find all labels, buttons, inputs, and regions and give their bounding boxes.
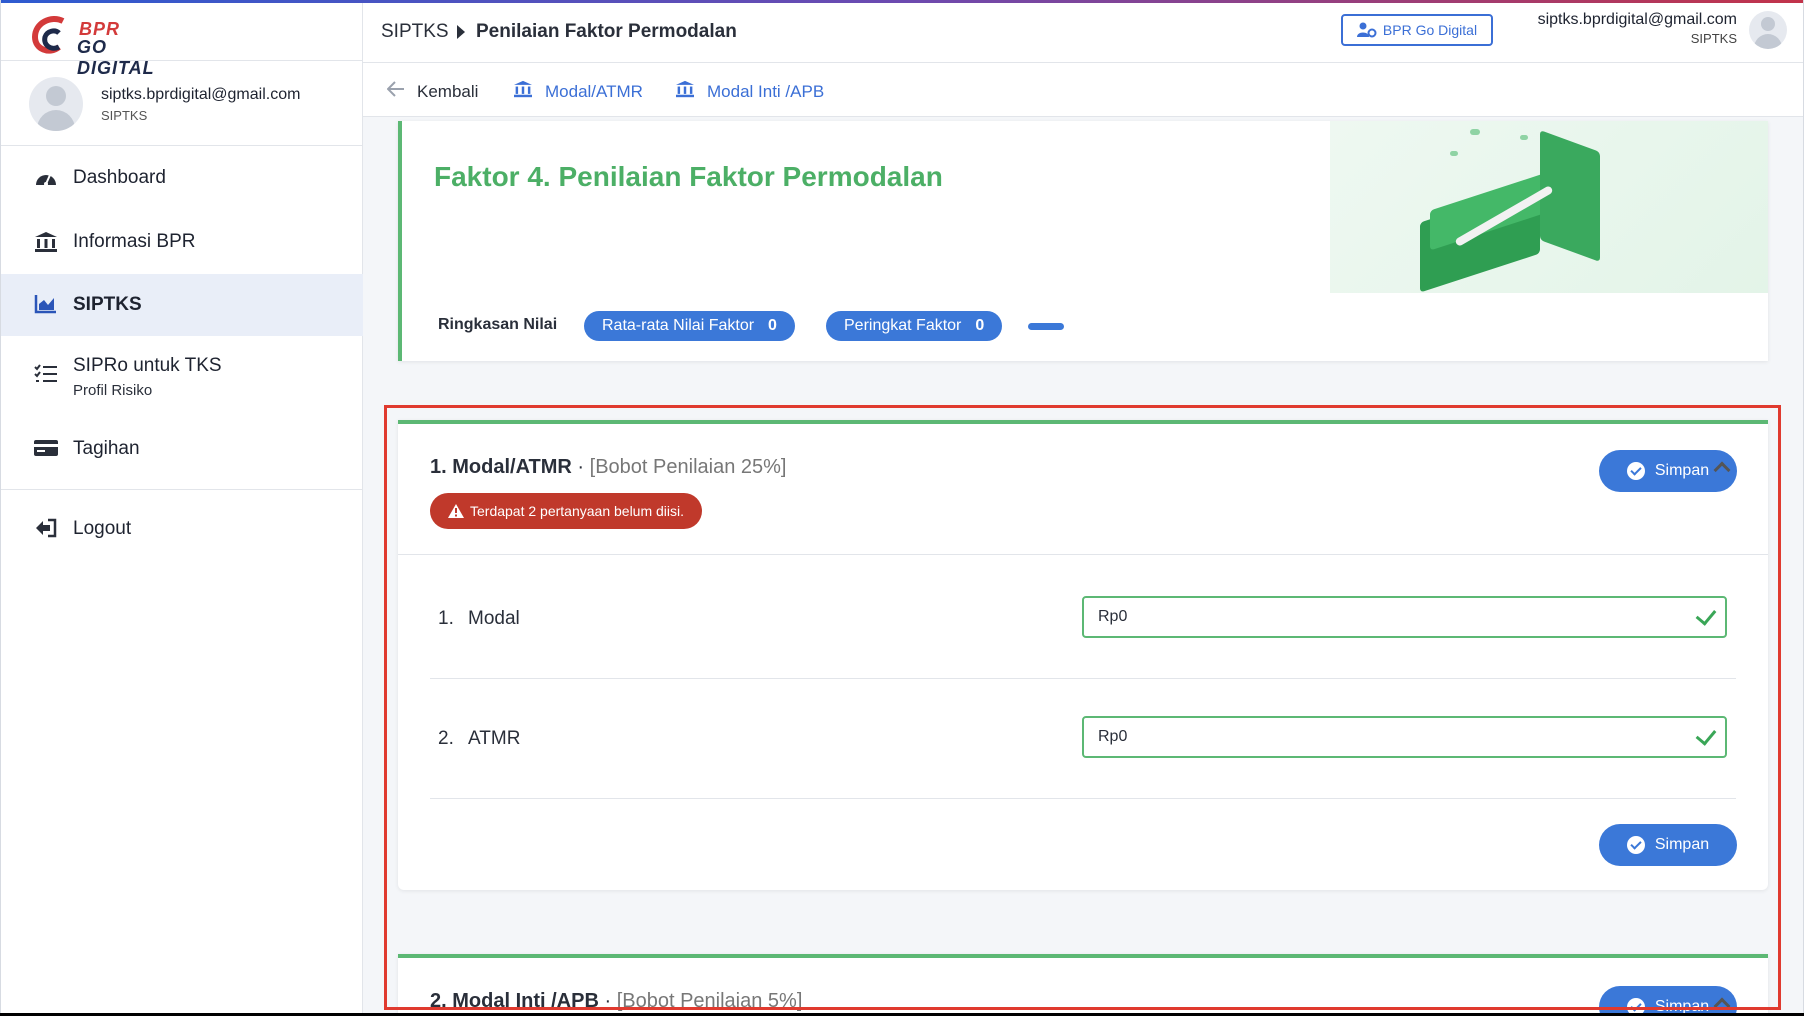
bpr-go-digital-button[interactable]: BPR Go Digital (1341, 14, 1493, 46)
sidebar-item-tagihan[interactable]: Tagihan (1, 418, 363, 480)
factor-summary-card: Faktor 4. Penilaian Faktor Permodalan Ri… (398, 121, 1768, 361)
sidebar-item-sipro[interactable]: SIPRo untuk TKS Profil Risiko (1, 338, 363, 410)
incomplete-warning-badge: Terdapat 2 pertanyaan belum diisi. (430, 493, 703, 529)
header-user-info[interactable]: siptks.bprdigital@gmail.com SIPTKS (1538, 11, 1737, 46)
header-user-role: SIPTKS (1690, 31, 1737, 46)
back-link[interactable]: Kembali (386, 80, 479, 103)
average-score-value: 0 (768, 317, 777, 334)
section-title-separator: · (577, 456, 585, 478)
subnav-link-modal-inti-apb[interactable]: Modal Inti /APB (675, 80, 824, 103)
bpr-go-digital-label: BPR Go Digital (1382, 22, 1478, 38)
subnav-link-label: Modal Inti /APB (707, 81, 825, 101)
brand-logo[interactable]: BPR GO DIGITAL (29, 11, 189, 78)
question-label: ATMR (468, 728, 521, 749)
section-divider (398, 554, 1768, 555)
section-title-text: 1. Modal/ATMR (430, 456, 572, 478)
sidebar-divider (1, 145, 363, 146)
dashboard-icon (33, 167, 59, 189)
arrow-left-icon (386, 80, 405, 103)
sidebar-item-dashboard[interactable]: Dashboard (1, 147, 363, 209)
sidebar-divider (1, 60, 363, 61)
app-window: BPR GO DIGITAL siptks.bprdigital@gmail.c… (0, 0, 1804, 1013)
warning-text: Terdapat 2 pertanyaan belum diisi. (470, 503, 685, 519)
sidebar-user-role: SIPTKS (101, 108, 148, 123)
factor-rank-label: Peringkat Faktor (844, 317, 962, 334)
sidebar-item-sublabel: Profil Risiko (73, 382, 153, 399)
sidebar-item-label: Dashboard (73, 167, 166, 188)
sidebar-item-label: Informasi BPR (73, 231, 196, 252)
sidebar-item-label: Logout (73, 518, 132, 539)
user-gear-icon (1356, 22, 1377, 38)
save-label: Simpan (1654, 998, 1710, 1013)
factor-rank-value: 0 (975, 317, 985, 334)
logo-mark-icon (31, 16, 65, 54)
atmr-input[interactable] (1082, 716, 1727, 758)
sidebar-item-label: Tagihan (73, 438, 140, 459)
rank-indicator-bar (1028, 323, 1064, 330)
question-number: 2. (438, 728, 454, 749)
sidebar-item-label: SIPTKS (73, 294, 142, 315)
header-user-email: siptks.bprdigital@gmail.com (1537, 11, 1737, 28)
section-title: 2. Modal Inti /APB · [Bobot Penilaian 5%… (430, 990, 802, 1013)
breadcrumb-root[interactable]: SIPTKS (381, 21, 449, 43)
sidebar-divider (1, 489, 363, 490)
sidebar-item-label: SIPRo untuk TKS (73, 355, 222, 376)
check-circle-icon (1626, 462, 1645, 480)
sub-navigation: Kembali Modal/ATMR Modal Inti /APB (363, 63, 1803, 117)
logout-icon (33, 518, 59, 540)
row-divider (430, 798, 1736, 799)
factor-title: Faktor 4. Penilaian Faktor Permodalan (434, 161, 943, 192)
question-label: Modal (468, 608, 520, 629)
modal-input[interactable] (1082, 596, 1727, 638)
sidebar: BPR GO DIGITAL siptks.bprdigital@gmail.c… (1, 3, 363, 1013)
section-title-separator: · (604, 990, 612, 1012)
section-weight: [Bobot Penilaian 5%] (616, 990, 803, 1012)
bank-icon (513, 80, 533, 103)
header-avatar[interactable] (1749, 11, 1787, 49)
subnav-link-label: Modal/ATMR (545, 81, 643, 101)
row-divider (430, 678, 1736, 679)
money-illustration (1330, 121, 1768, 293)
check-circle-icon (1626, 836, 1645, 854)
save-label: Simpan (1654, 462, 1710, 479)
page-title: Penilaian Faktor Permodalan (476, 21, 737, 42)
checklist-icon (33, 364, 59, 386)
avatar (29, 77, 83, 131)
sidebar-item-informasi-bpr[interactable]: Informasi BPR (1, 211, 363, 273)
question-number: 1. (438, 608, 454, 629)
caret-right-icon (457, 25, 465, 39)
summary-label: Ringkasan Nilai (438, 316, 558, 333)
top-header: SIPTKS Penilaian Faktor Permodalan BPR G… (363, 3, 1803, 63)
sidebar-user-email: siptks.bprdigital@gmail.com (101, 86, 301, 103)
chart-icon (33, 294, 59, 316)
section-modal-inti-apb: 2. Modal Inti /APB · [Bobot Penilaian 5%… (398, 954, 1768, 1013)
section-modal-atmr: 1. Modal/ATMR · [Bobot Penilaian 25%] Te… (398, 420, 1768, 890)
subnav-link-modal-atmr[interactable]: Modal/ATMR (513, 80, 643, 103)
sidebar-profile[interactable]: siptks.bprdigital@gmail.com SIPTKS (1, 63, 363, 145)
save-label: Simpan (1654, 836, 1710, 853)
warning-icon (448, 504, 464, 518)
section-title-text: 2. Modal Inti /APB (430, 990, 599, 1012)
sidebar-item-logout[interactable]: Logout (1, 498, 363, 560)
average-score-badge: Rata-rata Nilai Faktor 0 (584, 311, 795, 341)
section-weight: [Bobot Penilaian 25%] (589, 456, 787, 478)
section-title: 1. Modal/ATMR · [Bobot Penilaian 25%] (430, 456, 786, 479)
factor-rank-badge: Peringkat Faktor 0 (826, 311, 1003, 341)
back-label: Kembali (417, 81, 479, 101)
card-icon (33, 438, 59, 460)
save-button-bottom[interactable]: Simpan (1599, 824, 1737, 866)
sidebar-item-siptks[interactable]: SIPTKS (1, 274, 363, 336)
average-score-label: Rata-rata Nilai Faktor (602, 317, 755, 334)
bank-icon (675, 80, 695, 103)
check-circle-icon (1626, 998, 1645, 1013)
bank-icon (33, 231, 59, 253)
